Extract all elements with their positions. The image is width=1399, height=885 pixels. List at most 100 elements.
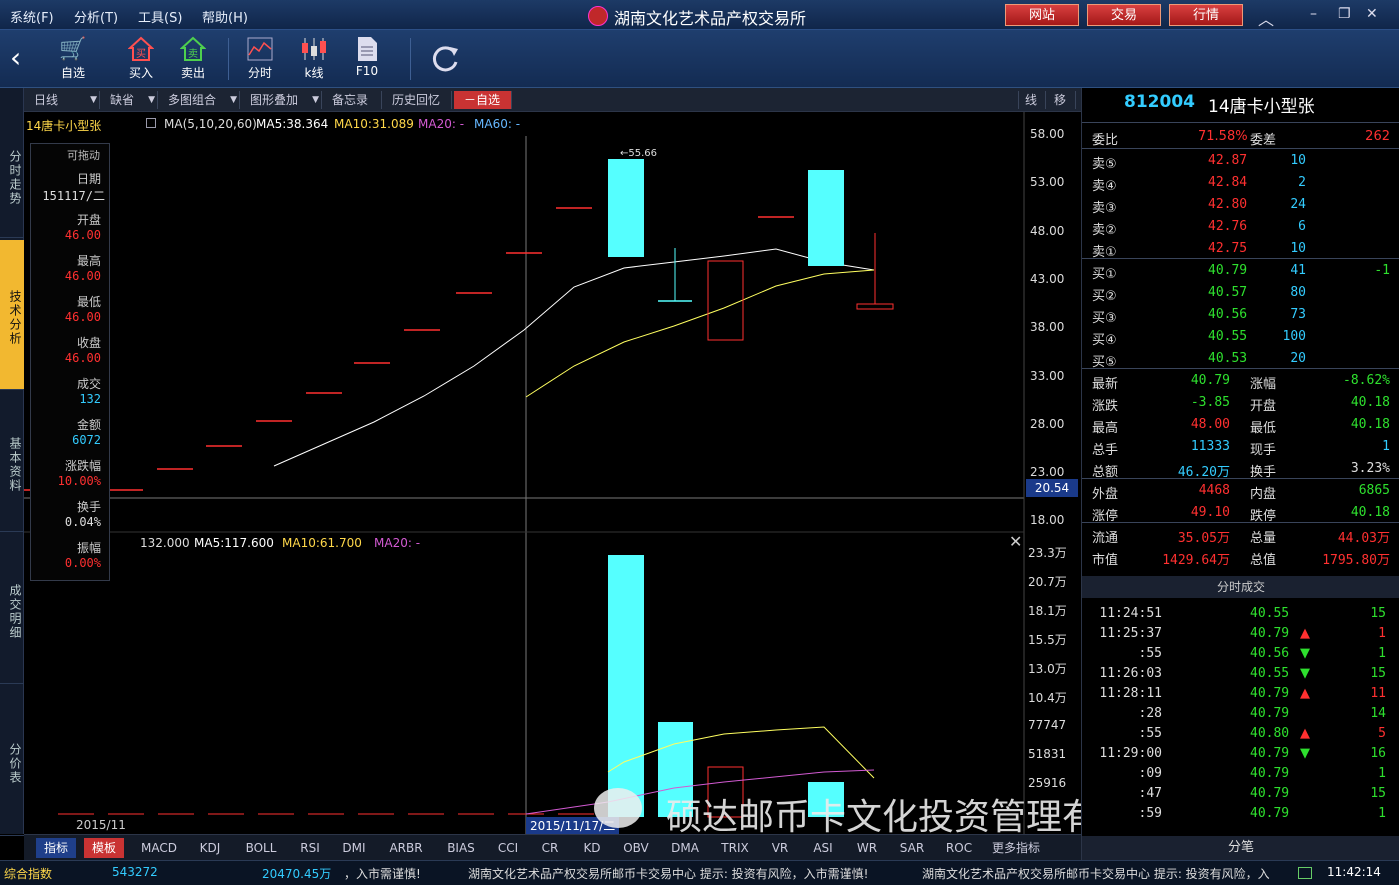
stat-row: 流通 35.05万 总量 44.03万 bbox=[1082, 524, 1399, 546]
remove-favorite-button[interactable]: －自选 bbox=[454, 91, 512, 109]
ma-toggle-icon[interactable] bbox=[146, 118, 156, 128]
sell-level-row[interactable]: 卖④ 42.84 2 bbox=[1082, 172, 1399, 194]
move-button[interactable]: 移 bbox=[1048, 91, 1076, 109]
tick-row: :47 40.79 15 bbox=[1082, 783, 1399, 805]
sell-level-row[interactable]: 卖② 42.76 6 bbox=[1082, 216, 1399, 238]
indicator-tab-dmi[interactable]: DMI bbox=[332, 838, 376, 858]
indicator-tab-模板[interactable]: 模板 bbox=[84, 838, 124, 858]
tick-volume: 1 bbox=[1378, 766, 1386, 781]
indicator-tab-rsi[interactable]: RSI bbox=[290, 838, 330, 858]
indicator-tab-dma[interactable]: DMA bbox=[660, 838, 710, 858]
indicator-tab-kdj[interactable]: KDJ bbox=[188, 838, 232, 858]
bar-info-panel[interactable]: 可拖动 日期 151117/二 开盘 46.00 最高 46.00 最低 46.00 收盘 46.… bbox=[30, 143, 110, 581]
website-button[interactable]: 网站 bbox=[1005, 4, 1079, 26]
tick-price: 40.55 bbox=[1250, 606, 1290, 621]
buy-level-row[interactable]: 买④ 40.55 100 bbox=[1082, 326, 1399, 348]
indicator-tab-asi[interactable]: ASI bbox=[802, 838, 844, 858]
minimize-icon[interactable]: – bbox=[1310, 6, 1317, 22]
kline-button[interactable]: k线 bbox=[289, 34, 339, 81]
tab-price-table[interactable]: 分价表 bbox=[0, 686, 24, 836]
index-value: 543272 bbox=[112, 865, 158, 879]
buy-level-row[interactable]: 买③ 40.56 73 bbox=[1082, 304, 1399, 326]
info-field-value: 46.00 bbox=[64, 351, 101, 365]
favorites-button[interactable]: 🛒 自选 bbox=[48, 34, 98, 81]
tick-volume: 15 bbox=[1370, 606, 1386, 621]
menu-tools[interactable]: 工具(S) bbox=[138, 7, 182, 26]
tick-volume: 14 bbox=[1370, 706, 1386, 721]
sell-level-row[interactable]: 卖⑤ 42.87 10 bbox=[1082, 150, 1399, 172]
indicator-tab-arbr[interactable]: ARBR bbox=[378, 838, 434, 858]
quotes-button[interactable]: 行情 bbox=[1169, 4, 1243, 26]
indicator-tab-roc[interactable]: ROC bbox=[936, 838, 982, 858]
sell-level-row[interactable]: 卖① 42.75 10 bbox=[1082, 238, 1399, 260]
menu-analysis[interactable]: 分析(T) bbox=[74, 7, 118, 26]
restore-icon[interactable]: ❐ bbox=[1338, 6, 1351, 22]
indicator-tab-vr[interactable]: VR bbox=[760, 838, 800, 858]
indicator-tab-cr[interactable]: CR bbox=[530, 838, 570, 858]
collapse-icon[interactable]: ︿ bbox=[1258, 6, 1274, 30]
indicator-tab-boll[interactable]: BOLL bbox=[234, 838, 288, 858]
info-field-label: 涨跌幅 bbox=[64, 459, 101, 473]
indicator-tab-指标[interactable]: 指标 bbox=[36, 838, 76, 858]
close-pane-icon[interactable]: ✕ bbox=[1009, 532, 1022, 551]
volume-tick-label: 13.0万 bbox=[1028, 662, 1067, 676]
timeshare-button[interactable]: 分时 bbox=[235, 34, 285, 81]
default-select[interactable]: 缺省 ▼ bbox=[104, 91, 158, 109]
close-icon[interactable]: ✕ bbox=[1366, 6, 1378, 22]
line-button[interactable]: 线 bbox=[1018, 91, 1046, 109]
indicator-tab-macd[interactable]: MACD bbox=[132, 838, 186, 858]
period-select[interactable]: 日线 ▼ bbox=[28, 91, 100, 109]
ma5-label: MA5:38.364 bbox=[256, 117, 329, 131]
tab-ticks[interactable]: 分笔 bbox=[1082, 836, 1399, 860]
back-arrow-icon[interactable]: ‹ bbox=[10, 44, 21, 72]
tab-technical[interactable]: 技术分析 bbox=[0, 240, 24, 390]
indicator-tab-更多指标[interactable]: 更多指标 bbox=[984, 838, 1048, 858]
sell-button[interactable]: 卖 卖出 bbox=[168, 34, 218, 81]
info-field-value: 46.00 bbox=[64, 269, 101, 283]
trade-button[interactable]: 交易 bbox=[1087, 4, 1161, 26]
indicator-tab-sar[interactable]: SAR bbox=[890, 838, 934, 858]
tick-time: 11:26:03 bbox=[1099, 666, 1162, 681]
indicator-tab-kd[interactable]: KD bbox=[572, 838, 612, 858]
refresh-icon[interactable] bbox=[430, 44, 460, 78]
sell-level-row[interactable]: 卖③ 42.80 24 bbox=[1082, 194, 1399, 216]
wechat-logo-icon bbox=[594, 788, 642, 828]
sell-volume: 24 bbox=[1290, 197, 1306, 212]
tab-timeshare[interactable]: 分时走势 bbox=[0, 112, 24, 238]
f10-label: F10 bbox=[355, 64, 379, 78]
tick-time: 11:29:00 bbox=[1099, 746, 1162, 761]
history-button[interactable]: 历史回忆 bbox=[386, 91, 452, 109]
info-field-value: 0.00% bbox=[64, 556, 101, 570]
sell-volume: 10 bbox=[1290, 153, 1306, 168]
overlay-select[interactable]: 图形叠加 ▼ bbox=[244, 91, 322, 109]
buy-level-row[interactable]: 买① 40.79 41 -1 bbox=[1082, 260, 1399, 282]
buy-level-row[interactable]: 买⑤ 40.53 20 bbox=[1082, 348, 1399, 370]
sell-price: 42.87 bbox=[1208, 153, 1248, 168]
tick-row: :09 40.79 1 bbox=[1082, 763, 1399, 785]
buy-price: 40.53 bbox=[1208, 351, 1248, 366]
indicator-tab-wr[interactable]: WR bbox=[846, 838, 888, 858]
memo-button[interactable]: 备忘录 bbox=[326, 91, 382, 109]
f10-button[interactable]: F10 bbox=[342, 34, 392, 78]
tick-price: 40.80 bbox=[1250, 726, 1290, 741]
tick-price: 40.79 bbox=[1250, 686, 1290, 701]
indicator-tab-obv[interactable]: OBV bbox=[614, 838, 658, 858]
buy-volume: 41 bbox=[1290, 263, 1306, 278]
kline-chart-area[interactable]: 14唐卡小型张 MA(5,10,20,60) MA5:38.364 MA10:3… bbox=[24, 112, 1206, 838]
buy-level-row[interactable]: 买② 40.57 80 bbox=[1082, 282, 1399, 304]
sell-level-label: 卖⑤ bbox=[1092, 157, 1117, 172]
volume-tick-label: 18.1万 bbox=[1028, 604, 1067, 618]
indicator-tab-bias[interactable]: BIAS bbox=[436, 838, 486, 858]
index-label[interactable]: 综合指数 bbox=[4, 865, 52, 882]
menu-system[interactable]: 系统(F) bbox=[10, 7, 54, 26]
indicator-tab-trix[interactable]: TRIX bbox=[712, 838, 758, 858]
multi-chart-select[interactable]: 多图组合 ▼ bbox=[162, 91, 240, 109]
tick-time: 11:24:51 bbox=[1099, 606, 1162, 621]
weibi-row: 委比 71.58% 委差 262 bbox=[1082, 126, 1399, 148]
tab-basic-info[interactable]: 基本资料 bbox=[0, 392, 24, 532]
menu-help[interactable]: 帮助(H) bbox=[202, 7, 248, 26]
indicator-tab-cci[interactable]: CCI bbox=[488, 838, 528, 858]
tab-trade-detail[interactable]: 成交明细 bbox=[0, 534, 24, 684]
buy-button[interactable]: 买 买入 bbox=[116, 34, 166, 81]
kline-chart-svg[interactable] bbox=[24, 112, 1081, 834]
